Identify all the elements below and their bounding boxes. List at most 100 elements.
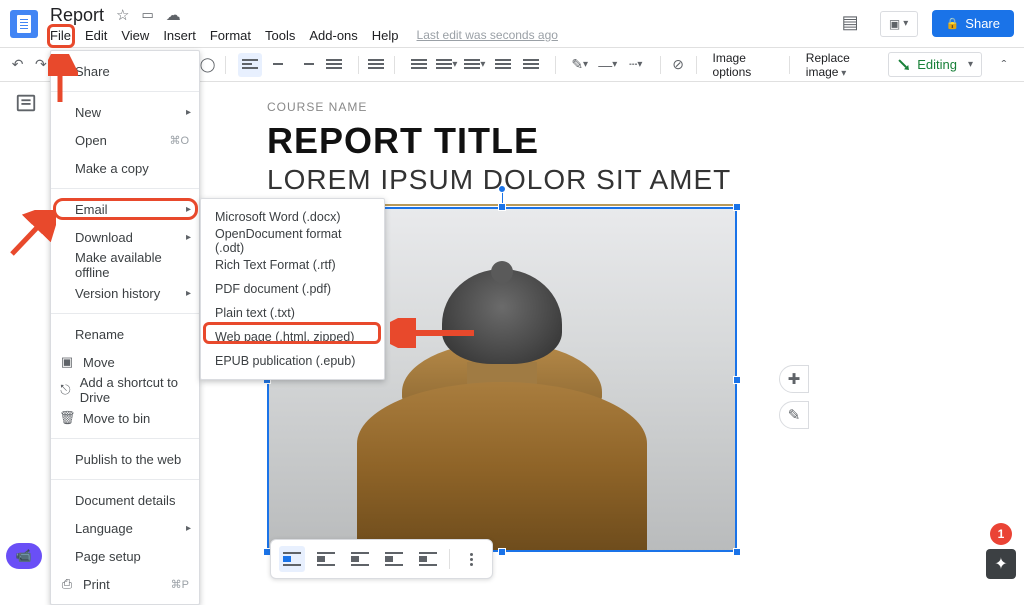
menu-view[interactable]: View — [121, 28, 149, 43]
file-menu-open[interactable]: Open⌘O — [51, 126, 199, 154]
align-right-button[interactable] — [294, 53, 318, 77]
side-action-pills: ✚ ✎ — [779, 365, 809, 429]
add-comment-button[interactable]: ✚ — [779, 365, 809, 393]
align-left-button[interactable] — [238, 53, 262, 77]
image-options-button[interactable]: Image options — [705, 51, 781, 79]
report-subtitle[interactable]: LOREM IPSUM DOLOR SIT AMET — [267, 164, 799, 196]
list-group: ▾ ▾ — [403, 53, 547, 77]
file-menu-publish[interactable]: Publish to the web — [51, 445, 199, 473]
lock-icon: 🔒 — [946, 17, 960, 30]
meet-button[interactable]: 📹 — [6, 543, 42, 569]
border-weight-button[interactable]: —▾ — [596, 53, 620, 77]
docs-logo[interactable] — [10, 10, 38, 38]
align-center-button[interactable] — [266, 53, 290, 77]
border-color-button[interactable]: ✎▾ — [568, 53, 592, 77]
submenu-arrow-icon: ▸ — [186, 204, 191, 215]
mask-button[interactable]: ◯ — [198, 53, 217, 77]
indent-increase-button[interactable] — [519, 53, 543, 77]
menu-addons[interactable]: Add-ons — [309, 28, 357, 43]
numbered-list-button[interactable]: ▾ — [463, 53, 487, 77]
separator — [394, 56, 395, 74]
move-icon[interactable]: ▭ — [141, 7, 153, 23]
explore-button[interactable]: ✦ — [986, 549, 1016, 579]
wrap-behind-button[interactable] — [381, 546, 407, 572]
file-menu-email[interactable]: Email▸ — [51, 195, 199, 223]
file-menu-share[interactable]: Share — [51, 57, 199, 85]
align-justify-button[interactable] — [322, 53, 346, 77]
redo-button[interactable]: ↷ — [31, 53, 50, 77]
file-menu-version-history[interactable]: Version history▸ — [51, 279, 199, 307]
file-menu-page-setup[interactable]: Page setup — [51, 542, 199, 570]
chevron-down-icon: ▾ — [838, 68, 846, 79]
suggest-edits-button[interactable]: ✎ — [779, 401, 809, 429]
more-options-button[interactable] — [458, 546, 484, 572]
file-menu-download[interactable]: Download▸ — [51, 223, 199, 251]
resize-handle-s[interactable] — [498, 548, 506, 556]
file-menu-move[interactable]: ▣Move — [51, 348, 199, 376]
undo-button[interactable]: ↶ — [8, 53, 27, 77]
download-html[interactable]: Web page (.html, zipped) — [201, 325, 384, 349]
print-icon: ⎙ — [59, 576, 75, 592]
file-menu-add-shortcut[interactable]: ⎋Add a shortcut to Drive — [51, 376, 199, 404]
doc-title[interactable]: Report — [50, 5, 104, 26]
folder-icon: ▣ — [59, 354, 75, 370]
resize-handle-e[interactable] — [733, 376, 741, 384]
border-group: ✎▾ —▾ ┄▾ — [564, 53, 652, 77]
wrap-inline-button[interactable] — [279, 546, 305, 572]
file-menu-offline[interactable]: Make available offline — [51, 251, 199, 279]
notification-badge[interactable]: 1 — [990, 523, 1012, 545]
star-icon[interactable]: ☆ — [116, 6, 129, 24]
resize-handle-ne[interactable] — [733, 203, 741, 211]
editing-label: Editing — [917, 57, 957, 72]
clear-format-button[interactable]: ⊘ — [669, 53, 688, 77]
menu-help[interactable]: Help — [372, 28, 399, 43]
wrap-front-button[interactable] — [415, 546, 441, 572]
file-menu-bin[interactable]: 🗑Move to bin — [51, 404, 199, 432]
shortcut-label: ⌘O — [169, 134, 189, 147]
file-menu-language[interactable]: Language▸ — [51, 514, 199, 542]
menubar: File Edit View Insert Format Tools Add-o… — [50, 28, 842, 43]
menu-insert[interactable]: Insert — [163, 28, 196, 43]
file-menu-details[interactable]: Document details — [51, 486, 199, 514]
menu-file[interactable]: File — [50, 28, 71, 43]
menu-tools[interactable]: Tools — [265, 28, 295, 43]
separator — [51, 479, 199, 480]
download-rtf[interactable]: Rich Text Format (.rtf) — [201, 253, 384, 277]
file-menu-make-copy[interactable]: Make a copy — [51, 154, 199, 182]
editing-mode-button[interactable]: Editing — [888, 52, 982, 77]
bullet-list-button[interactable]: ▾ — [435, 53, 459, 77]
file-menu-rename[interactable]: Rename — [51, 320, 199, 348]
menu-format[interactable]: Format — [210, 28, 251, 43]
border-dash-button[interactable]: ┄▾ — [624, 53, 648, 77]
download-odt[interactable]: OpenDocument format (.odt) — [201, 229, 384, 253]
download-docx[interactable]: Microsoft Word (.docx) — [201, 205, 384, 229]
download-epub[interactable]: EPUB publication (.epub) — [201, 349, 384, 373]
outline-icon[interactable] — [15, 92, 37, 114]
report-title[interactable]: REPORT TITLE — [267, 120, 799, 162]
present-icon: ▣ — [889, 17, 900, 31]
menu-edit[interactable]: Edit — [85, 28, 107, 43]
checklist-button[interactable] — [407, 53, 431, 77]
file-menu-new[interactable]: New▸ — [51, 98, 199, 126]
resize-handle-n[interactable] — [498, 203, 506, 211]
replace-image-button[interactable]: Replace image ▾ — [798, 51, 884, 79]
present-button[interactable]: ▣ ▾ — [880, 11, 918, 37]
line-spacing-button[interactable] — [367, 53, 386, 77]
download-pdf[interactable]: PDF document (.pdf) — [201, 277, 384, 301]
separator — [51, 438, 199, 439]
shortcut-icon: ⎋ — [59, 382, 72, 398]
file-menu-print[interactable]: ⎙Print⌘P — [51, 570, 199, 598]
download-submenu: Microsoft Word (.docx) OpenDocument form… — [200, 198, 385, 380]
wrap-break-button[interactable] — [347, 546, 373, 572]
download-txt[interactable]: Plain text (.txt) — [201, 301, 384, 325]
wrap-text-button[interactable] — [313, 546, 339, 572]
indent-decrease-button[interactable] — [491, 53, 515, 77]
course-name[interactable]: COURSE NAME — [267, 100, 799, 114]
rotation-handle[interactable] — [498, 185, 506, 193]
last-edit-link[interactable]: Last edit was seconds ago — [417, 28, 558, 42]
resize-handle-se[interactable] — [733, 548, 741, 556]
comments-icon[interactable]: ▤ — [842, 12, 866, 36]
collapse-toolbar-button[interactable]: ˆ — [992, 53, 1016, 77]
share-label: Share — [965, 16, 1000, 31]
share-button[interactable]: 🔒 Share — [932, 10, 1014, 37]
